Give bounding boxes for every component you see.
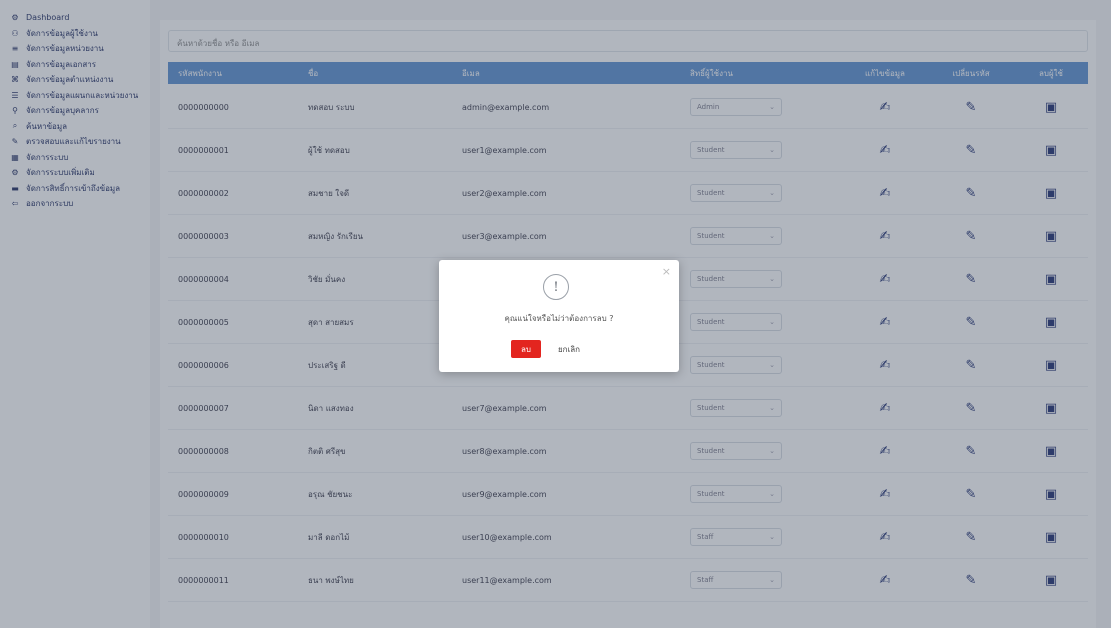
warning-icon: ! bbox=[543, 274, 569, 300]
close-icon[interactable]: × bbox=[662, 265, 671, 278]
cancel-button[interactable]: ยกเลิก bbox=[549, 340, 589, 358]
confirm-button[interactable]: ลบ bbox=[511, 340, 541, 358]
dialog-message: คุณแน่ใจหรือไม่ว่าต้องการลบ ? bbox=[504, 314, 614, 323]
confirm-dialog: × ! คุณแน่ใจหรือไม่ว่าต้องการลบ ? ลบ ยกเ… bbox=[439, 260, 679, 372]
